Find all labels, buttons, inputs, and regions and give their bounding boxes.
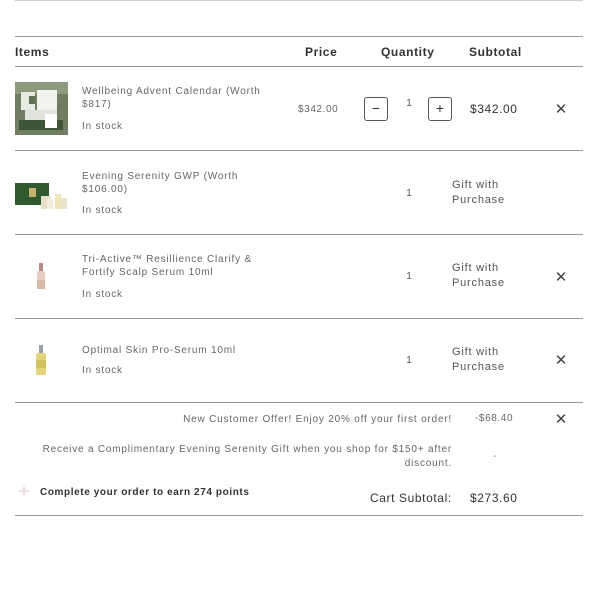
quantity-value: 1 bbox=[406, 355, 412, 366]
item-name[interactable]: Optimal Skin Pro-Serum 10ml bbox=[82, 344, 262, 357]
header-items: Items bbox=[15, 45, 50, 59]
quantity-value: 1 bbox=[406, 98, 412, 109]
scalp-serum-image[interactable] bbox=[15, 250, 68, 303]
evening-serenity-image[interactable] bbox=[15, 166, 68, 219]
item-price: $342.00 bbox=[298, 104, 339, 115]
increase-quantity-button[interactable]: + bbox=[428, 97, 452, 121]
item-name[interactable]: Tri-Active™ Resillience Clarify & Fortif… bbox=[82, 253, 262, 279]
stock-status: In stock bbox=[82, 121, 123, 132]
quantity-value: 1 bbox=[406, 188, 412, 199]
cart-subtotal-value: $273.60 bbox=[470, 491, 518, 505]
decrease-quantity-button[interactable]: − bbox=[364, 97, 388, 121]
offer-discount-value: -$68.40 bbox=[475, 413, 514, 424]
close-icon[interactable]: ✕ bbox=[554, 102, 568, 117]
stock-status: In stock bbox=[82, 365, 123, 376]
gift-with-purchase-label: Gift with Purchase bbox=[452, 179, 505, 206]
cart-table-header: Items Price Quantity Subtotal bbox=[15, 36, 583, 67]
item-name[interactable]: Evening Serenity GWP (Worth $106.00) bbox=[82, 170, 262, 196]
new-customer-offer: New Customer Offer! Enjoy 20% off your f… bbox=[183, 414, 452, 425]
cart-row-advent-calendar: Wellbeing Advent Calendar (Worth $817) I… bbox=[15, 67, 583, 151]
close-icon[interactable]: ✕ bbox=[554, 412, 568, 427]
top-divider bbox=[15, 0, 583, 1]
cart-row-pro-serum: Optimal Skin Pro-Serum 10ml In stock 1 G… bbox=[15, 319, 583, 403]
cart-subtotal-label: Cart Subtotal: bbox=[370, 491, 452, 505]
header-quantity: Quantity bbox=[381, 45, 435, 59]
loyalty-points-message: Complete your order to earn 274 points bbox=[40, 487, 250, 498]
gift-promotion-message: Receive a Complimentary Evening Serenity… bbox=[42, 444, 452, 469]
item-subtotal: $342.00 bbox=[470, 102, 518, 116]
points-star-icon bbox=[17, 484, 31, 498]
stock-status: In stock bbox=[82, 289, 123, 300]
gift-with-purchase-label: Gift with Purchase bbox=[452, 262, 505, 289]
stock-status: In stock bbox=[82, 205, 123, 216]
close-icon[interactable]: ✕ bbox=[554, 353, 568, 368]
close-icon[interactable]: ✕ bbox=[554, 270, 568, 285]
pro-serum-image[interactable] bbox=[15, 334, 68, 387]
item-name[interactable]: Wellbeing Advent Calendar (Worth $817) bbox=[82, 85, 262, 111]
header-subtotal: Subtotal bbox=[469, 45, 522, 59]
gift-promotion-value: - bbox=[493, 451, 497, 462]
header-price: Price bbox=[305, 45, 338, 59]
cart-row-evening-serenity: Evening Serenity GWP (Worth $106.00) In … bbox=[15, 151, 583, 235]
advent-calendar-image[interactable] bbox=[15, 82, 68, 135]
gift-with-purchase-label: Gift with Purchase bbox=[452, 346, 505, 373]
cart-row-scalp-serum: Tri-Active™ Resillience Clarify & Fortif… bbox=[15, 235, 583, 319]
cart-summary: New Customer Offer! Enjoy 20% off your f… bbox=[15, 402, 583, 516]
quantity-value: 1 bbox=[406, 271, 412, 282]
